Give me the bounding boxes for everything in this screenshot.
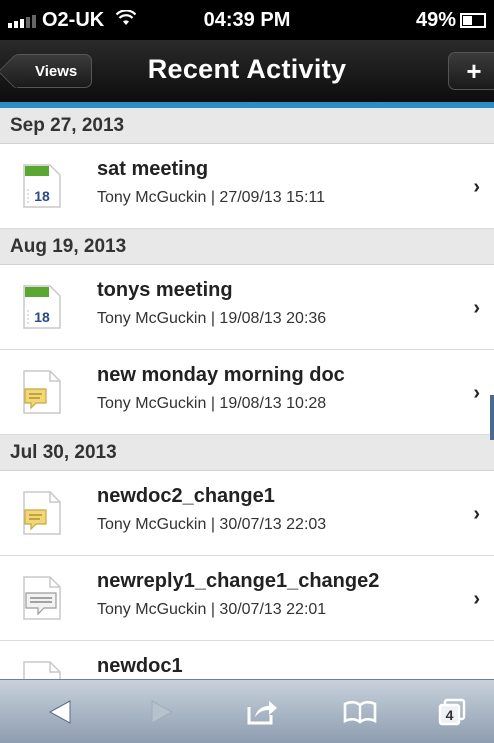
status-bar: O2-UK 04:39 PM 49% [0, 0, 494, 40]
battery-icon [460, 13, 486, 28]
activity-row[interactable]: 18 sat meeting Tony McGuckin | 27/09/13 1… [0, 144, 494, 229]
activity-meta: Tony McGuckin | 30/07/13 22:03 [97, 516, 327, 533]
reply-doc-icon [22, 575, 62, 626]
bookmarks-icon[interactable] [340, 694, 380, 730]
battery-percent: 49% [415, 9, 456, 31]
tabs-count: 4 [446, 707, 454, 723]
page-title: Recent Activity [147, 54, 347, 84]
chevron-right-icon: › [473, 297, 480, 319]
section-header-date: Jul 30, 2013 [0, 435, 494, 471]
comment-doc-icon [22, 490, 62, 541]
activity-title: newdoc1 [97, 655, 183, 677]
browser-toolbar: 4 [0, 679, 494, 743]
activity-meta: Tony McGuckin | 19/08/13 20:36 [97, 310, 327, 327]
calendar-day-text: 18 [34, 309, 50, 325]
activity-row[interactable]: newdoc2_change1 Tony McGuckin | 30/07/13 … [0, 471, 494, 556]
activity-row[interactable]: newreply1_change1_change2 Tony McGuckin |… [0, 556, 494, 641]
back-arrow-icon[interactable] [40, 694, 80, 730]
activity-title: newdoc2_change1 [97, 485, 275, 507]
tabs-icon[interactable]: 4 [432, 694, 472, 730]
section-header-date: Aug 19, 2013 [0, 229, 494, 265]
activity-meta: Tony McGuckin | 30/07/13 22:01 [97, 601, 327, 618]
navigation-bar: Views Recent Activity + [0, 40, 494, 102]
activity-row[interactable]: new monday morning doc Tony McGuckin | 19… [0, 350, 494, 435]
activity-meta: Tony McGuckin | 19/08/13 10:28 [97, 395, 327, 412]
scroll-indicator [490, 395, 494, 440]
chevron-right-icon: › [473, 588, 480, 610]
comment-doc-icon [22, 369, 62, 420]
chevron-right-icon: › [473, 382, 480, 404]
activity-list: Sep 27, 2013 18 sat meeting Tony McGuckin… [0, 108, 494, 726]
activity-title: new monday morning doc [97, 364, 345, 386]
activity-meta: Tony McGuckin | 27/09/13 15:11 [97, 189, 325, 206]
calendar-day-text: 18 [34, 188, 50, 204]
chevron-right-icon: › [473, 176, 480, 198]
activity-row[interactable]: 18 tonys meeting Tony McGuckin | 19/08/13… [0, 265, 494, 350]
calendar-icon: 18 [22, 163, 62, 214]
activity-title: sat meeting [97, 158, 209, 180]
chevron-right-icon: › [473, 503, 480, 525]
section-header-date: Sep 27, 2013 [0, 108, 494, 144]
share-icon[interactable] [242, 694, 282, 730]
add-button[interactable]: + [448, 52, 494, 90]
activity-title: newreply1_change1_change2 [97, 570, 380, 592]
forward-arrow-icon[interactable] [142, 694, 182, 730]
calendar-icon: 18 [22, 284, 62, 335]
activity-title: tonys meeting [97, 279, 233, 301]
battery-group: 49% [416, 9, 486, 32]
